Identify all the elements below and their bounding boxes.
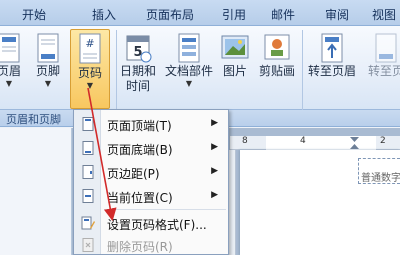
footer-icon: [37, 33, 59, 63]
goto-footer-label: 转至页: [367, 64, 400, 78]
current-position-icon: [82, 189, 94, 203]
header-button[interactable]: 页眉 ▼: [0, 32, 24, 88]
menu-item-label: 页面底端(B): [107, 143, 173, 157]
footer-button-label: 页脚: [35, 64, 60, 78]
tab-references[interactable]: 引用: [222, 6, 246, 23]
tab-view[interactable]: 视图: [372, 6, 396, 23]
menu-item-label: 设置页码格式(F)...: [107, 218, 207, 232]
submenu-arrow-icon: ▶: [211, 142, 218, 152]
picture-label: 图片: [222, 64, 247, 78]
picture-icon: [221, 35, 249, 59]
date-time-button[interactable]: 5 日期和 时间: [118, 32, 158, 94]
indent-marker-icon[interactable]: [350, 137, 359, 149]
footer-button[interactable]: 页脚 ▼: [31, 32, 65, 88]
goto-header-icon: [321, 33, 343, 63]
document-parts-icon: [178, 33, 200, 63]
menu-item-label: 页边距(P): [107, 167, 160, 181]
picture-button[interactable]: 图片: [218, 32, 252, 79]
date-time-label-line2: 时间: [125, 79, 150, 93]
chevron-down-icon: ▼: [44, 79, 52, 88]
chevron-down-icon: ▼: [86, 81, 94, 90]
format-page-number-icon: [81, 216, 95, 230]
page-top-icon: [82, 117, 94, 131]
menu-item-current-position[interactable]: 当前位置(C) ▶: [75, 185, 228, 207]
goto-header-label: 转至页眉: [307, 64, 356, 78]
goto-footer-button: 转至页: [360, 32, 400, 79]
clip-art-button[interactable]: 剪贴画: [255, 32, 299, 79]
clip-art-icon: [264, 34, 290, 60]
page-number-button[interactable]: # 页码 ▼: [70, 29, 110, 109]
menu-item-top-of-page[interactable]: 页面顶端(T) ▶: [75, 113, 228, 135]
ruler-number: 8: [242, 136, 248, 146]
submenu-arrow-icon: ▶: [211, 166, 218, 176]
tab-page-layout[interactable]: 页面布局: [146, 6, 194, 23]
navigation-pane: [0, 128, 72, 255]
document-parts-button[interactable]: 文档部件 ▼: [163, 32, 215, 88]
header-button-label: 页眉: [0, 64, 21, 78]
tab-mailings[interactable]: 邮件: [271, 6, 295, 23]
header-icon: [0, 33, 20, 63]
group-label-header-footer: 页眉和页脚: [6, 113, 61, 126]
chevron-down-icon: ▼: [185, 79, 193, 88]
goto-footer-icon: [375, 33, 397, 63]
menu-item-page-margins[interactable]: 页边距(P) ▶: [75, 161, 228, 183]
page-number-glyph: #: [85, 37, 94, 50]
header-placeholder-text: 普通数字: [361, 173, 400, 184]
remove-page-number-icon: [82, 238, 94, 252]
menu-item-label: 删除页码(R): [107, 240, 173, 254]
goto-header-button[interactable]: 转至页眉: [306, 32, 358, 79]
page-number-button-label: 页码: [77, 66, 102, 80]
clip-art-label: 剪贴画: [258, 64, 295, 78]
tab-home[interactable]: 开始: [22, 6, 46, 23]
horizontal-ruler[interactable]: 8 4 2: [230, 136, 400, 150]
ribbon-tab-bar: 开始 插入 页面布局 引用 邮件 审阅 视图: [0, 0, 400, 26]
page-number-icon: #: [79, 33, 101, 64]
menu-item-label: 页面顶端(T): [107, 119, 172, 133]
tab-insert[interactable]: 插入: [92, 6, 116, 23]
document-parts-label: 文档部件: [164, 64, 213, 78]
submenu-arrow-icon: ▶: [211, 190, 218, 200]
menu-item-bottom-of-page[interactable]: 页面底端(B) ▶: [75, 137, 228, 159]
page-number-dropdown-menu: 页面顶端(T) ▶ 页面底端(B) ▶ 页边距(P) ▶ 当前位置(C) ▶ 设…: [73, 109, 229, 255]
ruler-number: 4: [300, 136, 306, 146]
ruler-active-area: [266, 136, 376, 150]
menu-item-label: 当前位置(C): [107, 191, 173, 205]
menu-separator: [104, 209, 226, 210]
menu-item-remove-page-numbers: 删除页码(R): [75, 234, 228, 255]
ruler-number: 2: [380, 136, 386, 146]
menu-item-format-page-numbers[interactable]: 设置页码格式(F)...: [75, 212, 228, 234]
calendar-icon: 5: [126, 35, 152, 63]
page-margin-icon: [82, 165, 94, 179]
submenu-arrow-icon: ▶: [211, 118, 218, 128]
page-bottom-icon: [82, 141, 94, 155]
tab-review[interactable]: 审阅: [325, 6, 349, 23]
date-time-label-line1: 日期和: [119, 64, 156, 78]
chevron-down-icon: ▼: [5, 79, 13, 88]
